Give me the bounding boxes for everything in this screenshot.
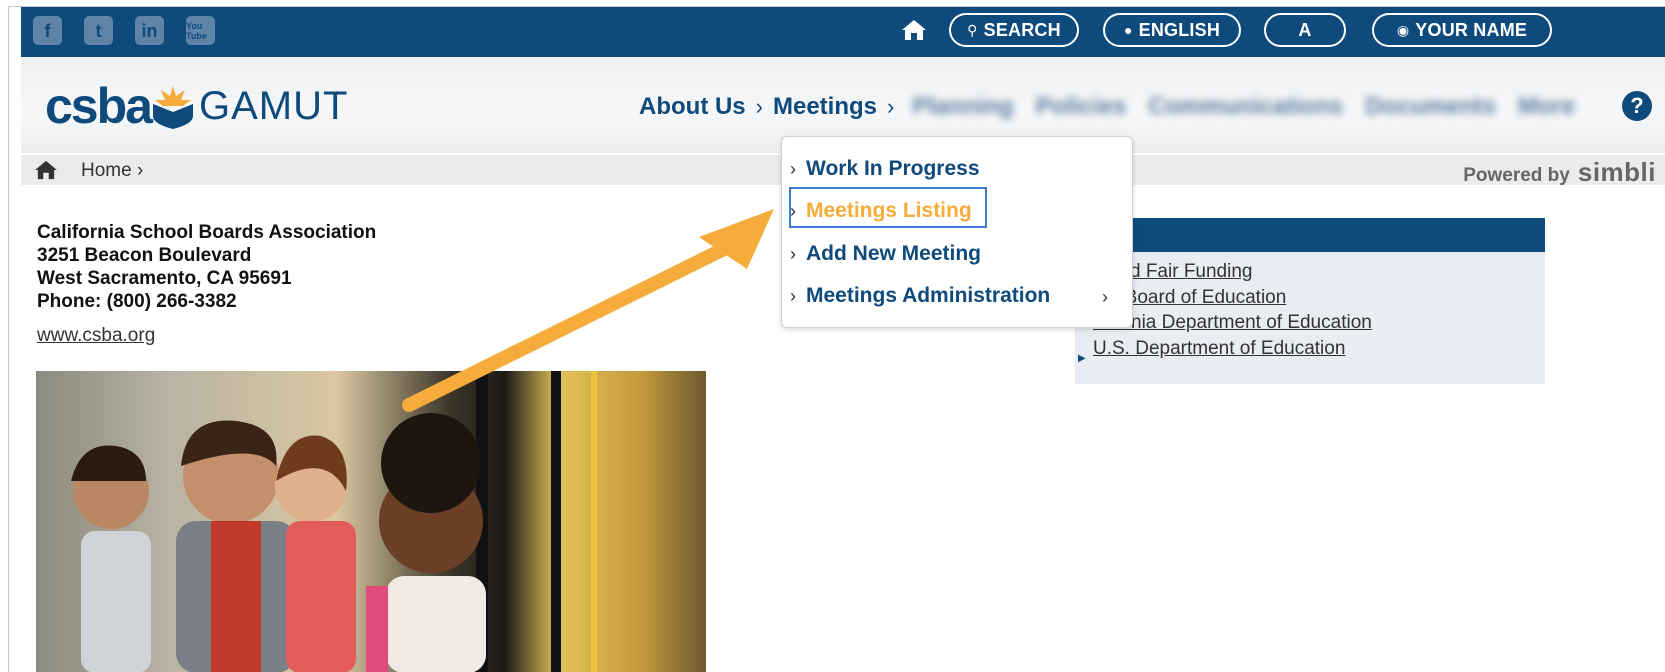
resource-link[interactable]: U.S. Department of Education (1093, 338, 1345, 360)
simbli-logo: simbli (1577, 157, 1656, 187)
resource-link[interactable]: ...fornia Department of Education (1093, 312, 1372, 334)
menu-item-work-in-progress[interactable]: › Work In Progress (790, 157, 980, 181)
home-icon[interactable] (33, 160, 59, 185)
globe-icon: ● (1123, 22, 1133, 38)
main-nav: About Us › Meetings › Planning Policies … (639, 93, 1575, 121)
meetings-dropdown-menu: › Work In Progress › Meetings Listing › … (781, 136, 1133, 328)
chevron-right-icon: › (790, 285, 796, 306)
nav-item-blurred[interactable]: More (1518, 93, 1575, 121)
chevron-right-icon: › (790, 158, 796, 179)
chevron-right-icon: › (790, 243, 796, 264)
menu-item-add-new-meeting[interactable]: › Add New Meeting (790, 242, 981, 266)
search-button[interactable]: ⚲ SEARCH (949, 13, 1079, 47)
blurred-nav-items: Planning Policies Communications Documen… (912, 93, 1575, 121)
social-links: f t in You Tube (33, 16, 215, 45)
browser-frame: f t in You Tube ⚲ SEARCH ● ENGLISH A ◉ Y… (8, 6, 1665, 672)
csba-gamut-logo[interactable]: csba GAMUT (45, 81, 348, 131)
help-icon[interactable]: ? (1622, 91, 1652, 121)
nav-item-blurred[interactable]: Communications (1148, 93, 1343, 121)
nav-meetings[interactable]: Meetings (773, 93, 877, 121)
nav-item-blurred[interactable]: Documents (1365, 93, 1496, 121)
nav-item-blurred[interactable]: Planning (912, 93, 1013, 121)
home-icon[interactable] (899, 15, 929, 45)
chevron-right-icon: › (755, 94, 763, 119)
chevron-right-icon: › (790, 200, 796, 221)
powered-by: Powered by simbli (1463, 157, 1656, 187)
nav-item-blurred[interactable]: Policies (1036, 93, 1127, 121)
youtube-icon[interactable]: You Tube (186, 16, 215, 45)
linkedin-icon[interactable]: in (135, 16, 164, 45)
shield-sun-icon (152, 86, 193, 129)
breadcrumb-home[interactable]: Home › (81, 160, 143, 182)
menu-item-meetings-administration[interactable]: › Meetings Administration (790, 284, 1050, 308)
user-avatar-icon: ◉ (1396, 21, 1410, 38)
resources-panel-header (1075, 218, 1545, 252)
user-button[interactable]: ◉ YOUR NAME (1372, 13, 1552, 47)
nav-about-us[interactable]: About Us (639, 93, 746, 121)
menu-item-meetings-listing[interactable]: › Meetings Listing (790, 199, 972, 223)
search-icon: ⚲ (967, 21, 978, 38)
students-photo (36, 371, 706, 672)
org-address: California School Boards Association 325… (37, 222, 377, 312)
language-button[interactable]: ● ENGLISH (1103, 13, 1241, 47)
facebook-icon[interactable]: f (33, 16, 62, 45)
website-link[interactable]: www.csba.org (37, 325, 155, 347)
bullet-icon: ▶ (1078, 353, 1086, 364)
font-size-button[interactable]: A (1264, 13, 1346, 47)
chevron-right-icon: › (887, 94, 895, 119)
twitter-icon[interactable]: t (84, 16, 113, 45)
top-bar: f t in You Tube ⚲ SEARCH ● ENGLISH A ◉ Y… (21, 7, 1665, 57)
submenu-chevron-icon[interactable]: › (1102, 287, 1108, 308)
